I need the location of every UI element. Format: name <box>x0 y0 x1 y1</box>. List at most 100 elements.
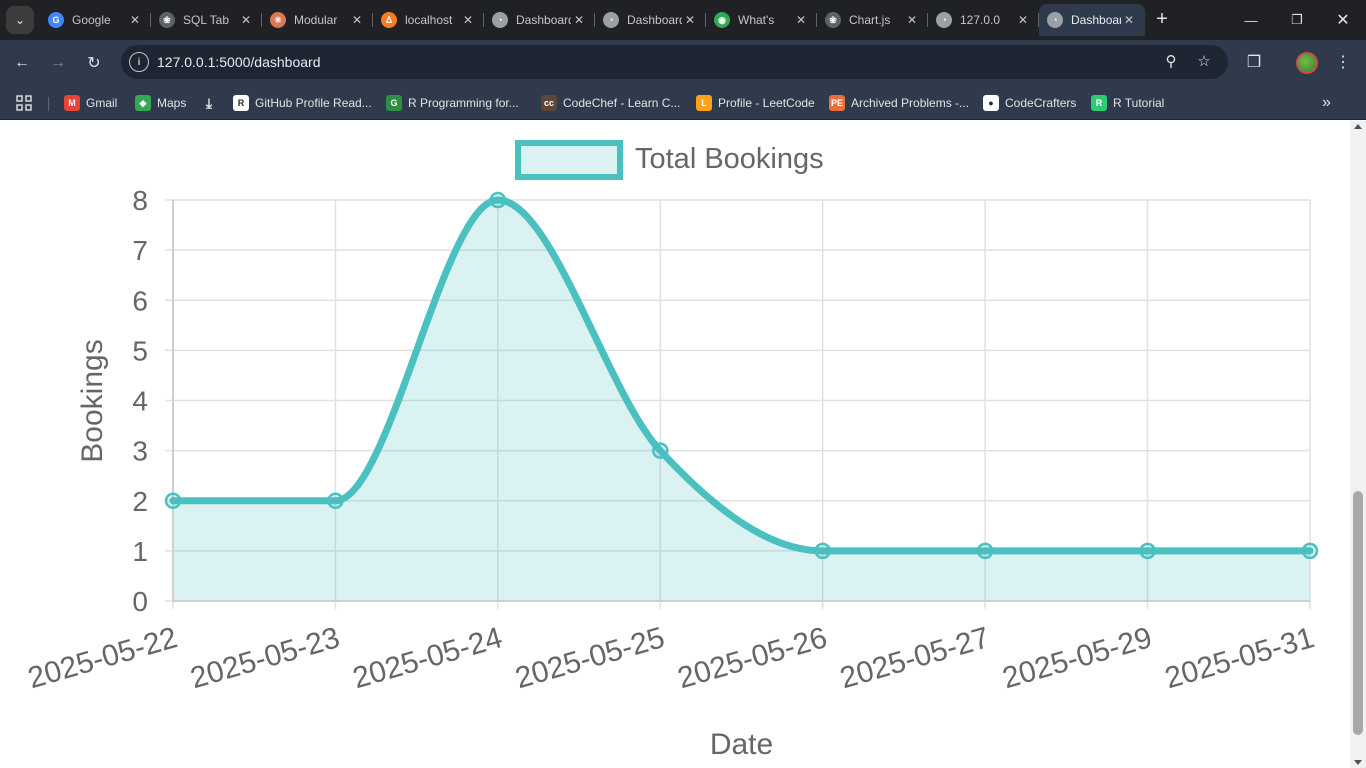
github-icon: ● <box>983 95 999 111</box>
tab-title: Chart.js <box>849 13 891 27</box>
tab-title: Dashboard <box>516 13 571 27</box>
data-point <box>814 542 831 560</box>
browser-tab[interactable]: ◔ Dashboard✕ <box>595 4 706 36</box>
maps-icon: ◆ <box>135 95 151 111</box>
browser-tab[interactable]: ◔ 127.0.0 ✕ <box>928 4 1039 36</box>
profile-avatar[interactable] <box>1296 52 1318 74</box>
y-axis-title: Bookings <box>76 339 109 462</box>
back-arrow-icon[interactable]: ← <box>8 49 36 77</box>
browser-toolbar: ← → ↻ i 127.0.0.1:5000/dashboard ⚲ ☆ ❒ ⋮ <box>0 40 1366 86</box>
openai-icon: ❀ <box>159 12 175 28</box>
bookmark-item[interactable]: ⤓ <box>201 92 223 114</box>
tab-strip: ⌄ G Google ✕ ❀ SQL Tab ✕ ✳ Modular ✕ Δlocalhost ✕ ◔… <box>0 0 1366 40</box>
legend-label: Total Bookings <box>635 143 824 175</box>
y-tick-label: 0 <box>132 586 148 617</box>
tab-title: Modular <box>294 13 338 27</box>
bookmark-label: GitHub Profile Read... <box>255 96 372 110</box>
bookmark-item[interactable]: ◆ Maps <box>135 92 186 114</box>
tab-close-icon[interactable]: ✕ <box>460 13 476 27</box>
tab-title: Google <box>72 13 111 27</box>
bookmark-item[interactable]: R GitHub Profile Read... <box>233 92 372 114</box>
tab-title: What's <box>738 13 775 27</box>
apps-grid-icon[interactable] <box>16 92 32 114</box>
bookmark-star-icon[interactable]: ☆ <box>1194 52 1214 72</box>
download-icon: ⤓ <box>205 94 213 111</box>
data-point <box>976 542 994 560</box>
close-window-icon[interactable]: ✕ <box>1320 0 1366 40</box>
scroll-up-arrow-icon[interactable] <box>1354 124 1362 129</box>
browser-tab[interactable]: Δlocalhost ✕ <box>373 4 484 36</box>
x-tick-label: 2025-05-25 <box>512 621 669 695</box>
dashboard-page: 0 1 2 3 4 5 6 7 8 2025-05-22 2025-05-23 2025-05-24 2… <box>0 121 1350 768</box>
tab-close-icon[interactable]: ✕ <box>238 13 254 27</box>
projecteuler-icon: PE <box>829 95 845 111</box>
xampp-icon: Δ <box>381 12 397 28</box>
chrome-icon: ◉ <box>714 12 730 28</box>
scrollbar-thumb[interactable] <box>1353 491 1363 735</box>
series-line <box>169 196 1314 555</box>
x-tick-label: 2025-05-27 <box>837 621 994 695</box>
new-tab-plus-icon[interactable]: + <box>1150 8 1174 32</box>
tab-title: SQL Tab <box>183 13 230 27</box>
restore-icon[interactable]: ❐ <box>1274 0 1320 40</box>
bookmark-item[interactable]: R R Tutorial <box>1091 92 1164 114</box>
tab-close-icon[interactable]: ✕ <box>349 13 365 27</box>
browser-tab[interactable]: ❀ SQL Tab ✕ <box>151 4 262 36</box>
chart-legend: Total Bookings <box>515 140 824 180</box>
tab-close-icon[interactable]: ✕ <box>571 13 587 27</box>
bookmark-item[interactable]: ● CodeCrafters <box>983 92 1076 114</box>
tab-close-icon[interactable]: ✕ <box>682 13 698 27</box>
reload-icon[interactable]: ↻ <box>80 49 108 77</box>
tab-title: 127.0.0 <box>960 13 1001 27</box>
tab-close-icon[interactable]: ✕ <box>1015 13 1031 27</box>
tab-title: localhost <box>405 13 453 27</box>
tab-close-icon[interactable]: ✕ <box>904 13 920 27</box>
bookmark-item[interactable]: PE Archived Problems -... <box>829 92 969 114</box>
x-tick-label: 2025-05-26 <box>674 621 831 695</box>
bookmark-label: R Programming for... <box>408 96 519 110</box>
extensions-puzzle-icon[interactable]: ❒ <box>1242 51 1266 75</box>
bookmark-item[interactable]: L Profile - LeetCode <box>696 92 815 114</box>
tab-list: G Google ✕ ❀ SQL Tab ✕ ✳ Modular ✕ Δlocalhost ✕ ◔ Da… <box>40 4 1145 36</box>
gmail-icon: M <box>64 95 80 111</box>
asterisk-icon: ✳ <box>270 12 286 28</box>
more-bookmarks-chevron-icon[interactable]: » <box>1322 92 1331 114</box>
scroll-down-arrow-icon[interactable] <box>1354 760 1362 765</box>
browser-tab[interactable]: G Google ✕ <box>40 4 151 36</box>
r-tutorial-icon: R <box>1091 95 1107 111</box>
browser-tab[interactable]: ◔ Dashboard✕ <box>1039 4 1145 36</box>
bookmark-item[interactable]: G R Programming for... <box>386 92 519 114</box>
y-tick-label: 5 <box>132 335 148 366</box>
bookmark-label: Maps <box>157 96 187 110</box>
browser-menu-icon[interactable]: ⋮ <box>1331 51 1355 75</box>
tab-search-chevron-icon[interactable]: ⌄ <box>6 6 34 34</box>
tab-close-icon[interactable]: ✕ <box>1121 13 1137 27</box>
y-tick-label: 7 <box>132 235 148 266</box>
browser-tab[interactable]: ✳ Modular ✕ <box>262 4 373 36</box>
x-tick-label: 2025-05-24 <box>349 621 506 695</box>
globe-icon: ◔ <box>492 12 508 28</box>
browser-tab[interactable]: ❀ Chart.js ✕ <box>817 4 928 36</box>
globe-icon: ◔ <box>936 12 952 28</box>
page-scrollbar[interactable] <box>1350 121 1366 768</box>
forward-arrow-icon[interactable]: → <box>44 49 72 77</box>
browser-tab[interactable]: ◔ Dashboard✕ <box>484 4 595 36</box>
browser-tab[interactable]: ◉ What's ✕ <box>706 4 817 36</box>
x-axis-title: Date <box>710 728 773 761</box>
site-info-icon[interactable]: i <box>129 52 149 72</box>
tab-close-icon[interactable]: ✕ <box>127 13 143 27</box>
address-bar[interactable]: i 127.0.0.1:5000/dashboard ⚲ ☆ <box>121 45 1228 79</box>
bookmark-label: CodeCrafters <box>1005 96 1077 110</box>
bookmark-item[interactable]: cc CodeChef - Learn C... <box>541 92 680 114</box>
globe-icon: ◔ <box>1047 12 1063 28</box>
minimize-icon[interactable]: — <box>1228 0 1274 40</box>
data-point <box>327 492 344 509</box>
tab-close-icon[interactable]: ✕ <box>793 13 809 27</box>
bookmarks-separator <box>48 97 49 111</box>
y-tick-label: 2 <box>132 486 148 517</box>
bookmark-item[interactable]: M Gmail <box>64 92 117 114</box>
bookmark-label: Gmail <box>86 96 118 110</box>
zoom-magnifier-icon[interactable]: ⚲ <box>1161 52 1181 72</box>
url-text[interactable]: 127.0.0.1:5000/dashboard <box>157 54 320 70</box>
openai-icon: ❀ <box>825 12 841 28</box>
